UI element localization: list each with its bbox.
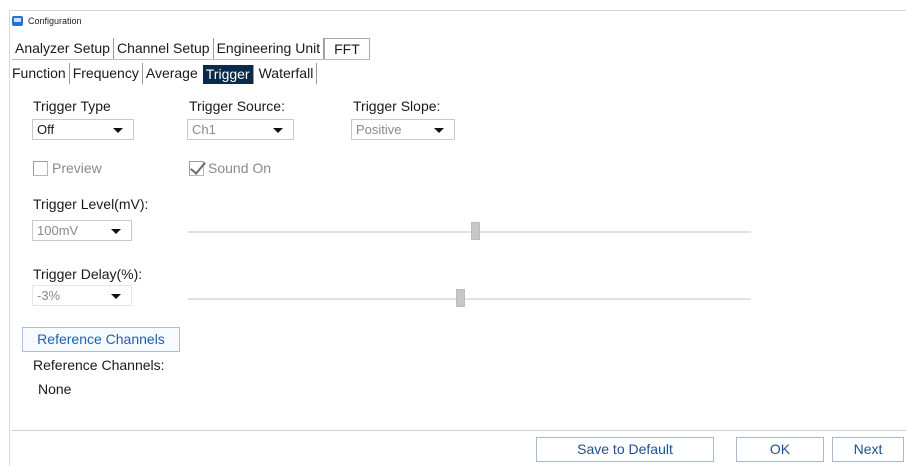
sound-on-checkbox[interactable]: Sound On [189, 160, 271, 176]
configuration-app-icon [12, 16, 23, 26]
sound-on-label: Sound On [208, 160, 272, 176]
trigger-source-dropdown[interactable]: Ch1 [187, 119, 294, 140]
trigger-slope-label: Trigger Slope: [353, 98, 441, 114]
main-tab-divider [12, 59, 370, 60]
window-title: Configuration [28, 16, 82, 26]
reference-channels-caption: Reference Channels: [33, 357, 165, 373]
reference-channels-button[interactable]: Reference Channels [22, 327, 180, 352]
trigger-level-slider-thumb[interactable] [471, 222, 480, 240]
trigger-delay-dropdown[interactable]: -3% [32, 285, 132, 306]
trigger-level-label: Trigger Level(mV): [33, 196, 149, 212]
trigger-level-value: 100mV [37, 223, 79, 238]
trigger-type-label: Trigger Type [33, 98, 111, 114]
trigger-delay-slider-thumb[interactable] [456, 289, 465, 307]
title-bar: Configuration [12, 13, 82, 29]
chevron-down-icon [113, 128, 123, 133]
chevron-down-icon [434, 128, 444, 133]
trigger-slope-dropdown[interactable]: Positive [351, 119, 455, 140]
trigger-source-label: Trigger Source: [189, 98, 285, 114]
tab-fft[interactable]: FFT [324, 38, 370, 59]
trigger-slope-value: Positive [356, 122, 402, 137]
trigger-type-value: Off [37, 122, 55, 137]
chevron-down-icon [111, 229, 121, 234]
save-to-default-button[interactable]: Save to Default [536, 437, 714, 462]
trigger-level-slider-track[interactable] [188, 231, 751, 233]
tab-function[interactable]: Function [12, 63, 70, 84]
main-tab-bar: Analyzer Setup Channel Setup Engineering… [12, 37, 370, 59]
trigger-delay-value: -3% [37, 288, 61, 303]
tab-trigger[interactable]: Trigger [202, 65, 254, 84]
tab-waterfall[interactable]: Waterfall [256, 63, 318, 84]
trigger-level-dropdown[interactable]: 100mV [32, 220, 132, 241]
tab-average[interactable]: Average [143, 63, 201, 84]
chevron-down-icon [111, 294, 121, 299]
chevron-down-icon [273, 128, 283, 133]
trigger-source-value: Ch1 [192, 122, 216, 137]
sub-tab-bar: Function Frequency Average Trigger Water… [12, 62, 318, 84]
preview-checkbox[interactable]: Preview [33, 160, 102, 176]
preview-label: Preview [52, 160, 102, 176]
tab-analyzer-setup[interactable]: Analyzer Setup [12, 38, 114, 59]
tab-frequency[interactable]: Frequency [70, 63, 143, 84]
checkmark-icon [189, 160, 204, 176]
trigger-delay-label: Trigger Delay(%): [33, 266, 143, 282]
next-button[interactable]: Next [832, 437, 904, 462]
trigger-delay-slider-track[interactable] [188, 298, 751, 300]
trigger-type-dropdown[interactable]: Off [32, 119, 134, 140]
ok-button[interactable]: OK [736, 437, 824, 462]
reference-channels-value: None [38, 381, 72, 397]
footer-divider [12, 430, 906, 431]
tab-channel-setup[interactable]: Channel Setup [114, 38, 214, 59]
preview-checkbox-box [33, 160, 48, 176]
tab-engineering-unit[interactable]: Engineering Unit [214, 38, 325, 59]
